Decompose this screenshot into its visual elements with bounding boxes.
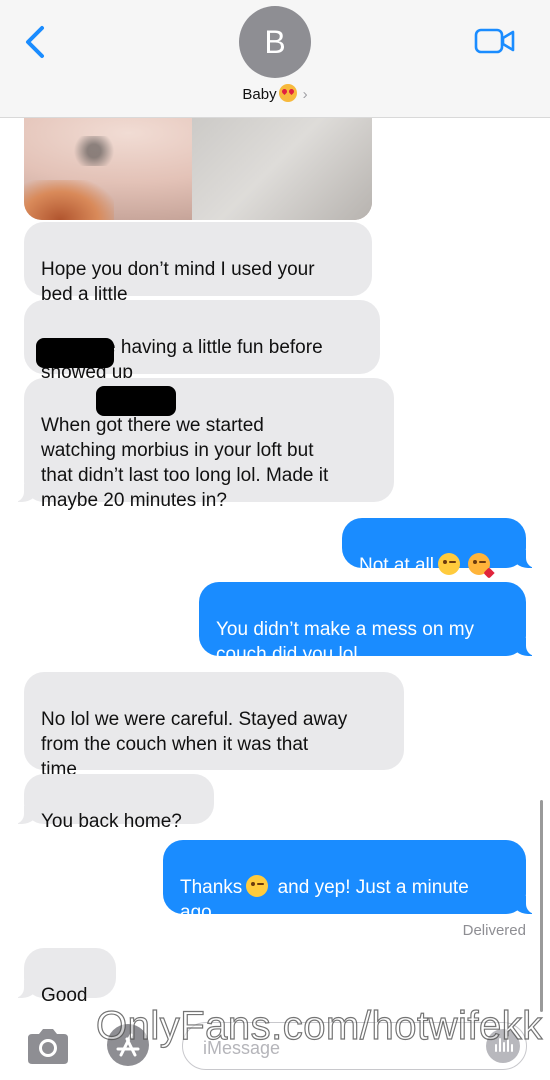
photo-hair: [24, 180, 114, 220]
app-store-button[interactable]: [104, 1022, 152, 1068]
message-text: No lol we were careful. Stayed away from…: [41, 709, 348, 780]
message-bubble-received[interactable]: No lol we were careful. Stayed away from…: [24, 672, 404, 780]
video-camera-icon: [474, 28, 515, 54]
kiss-emoji-icon: [467, 553, 495, 579]
message-bubble-sent[interactable]: Thanks and yep! Just a minute ago: [163, 840, 536, 923]
delivered-status: Delivered: [462, 922, 526, 939]
redaction-block: [96, 386, 176, 416]
contact-name: Baby: [242, 86, 277, 103]
message-text: Thanks: [180, 877, 243, 898]
redaction-block: [36, 338, 114, 368]
message-text: Hope you don’t mind I used your bed a li…: [41, 259, 315, 305]
message-text: When got there we started watching morbi…: [41, 415, 329, 511]
smirk-emoji-icon: [437, 553, 460, 575]
photo-tattoo: [64, 136, 124, 166]
wink-emoji-icon: [246, 875, 269, 897]
audio-message-button[interactable]: [486, 1029, 520, 1063]
conversation-header: B Baby ›: [0, 0, 550, 118]
message-text: You back home?: [41, 811, 182, 832]
message-bubble-received[interactable]: Good: [14, 948, 116, 1006]
message-bubble-received[interactable]: We were having a little fun before showe…: [24, 300, 380, 383]
message-bubble-received[interactable]: You back home?: [14, 774, 214, 832]
chevron-right-icon: ›: [302, 86, 308, 103]
facetime-video-button[interactable]: [474, 28, 516, 54]
message-input-container[interactable]: [182, 1022, 527, 1070]
scrollbar[interactable]: [540, 800, 543, 1012]
message-text: Not at all: [359, 555, 434, 576]
back-chevron-icon: [26, 26, 44, 58]
camera-icon: [28, 1029, 68, 1064]
app-store-icon: [107, 1024, 149, 1066]
back-button[interactable]: [20, 24, 52, 60]
contact-avatar[interactable]: B: [239, 6, 311, 78]
message-text: Good: [41, 985, 88, 1006]
message-bubble-received[interactable]: When got there we started watching morbi…: [14, 378, 394, 511]
message-bubble-sent[interactable]: Not at all: [342, 518, 536, 579]
message-text: You didn’t make a mess on my couch did y…: [216, 619, 475, 665]
contact-name-button[interactable]: Baby ›: [0, 84, 550, 103]
message-bubble-sent[interactable]: You didn’t make a mess on my couch did y…: [199, 582, 536, 665]
message-bubble-received[interactable]: Hope you don’t mind I used your bed a li…: [24, 222, 372, 305]
message-input[interactable]: [201, 1035, 475, 1061]
camera-button[interactable]: [24, 1026, 72, 1066]
heart-eyes-emoji-icon: [278, 84, 297, 102]
